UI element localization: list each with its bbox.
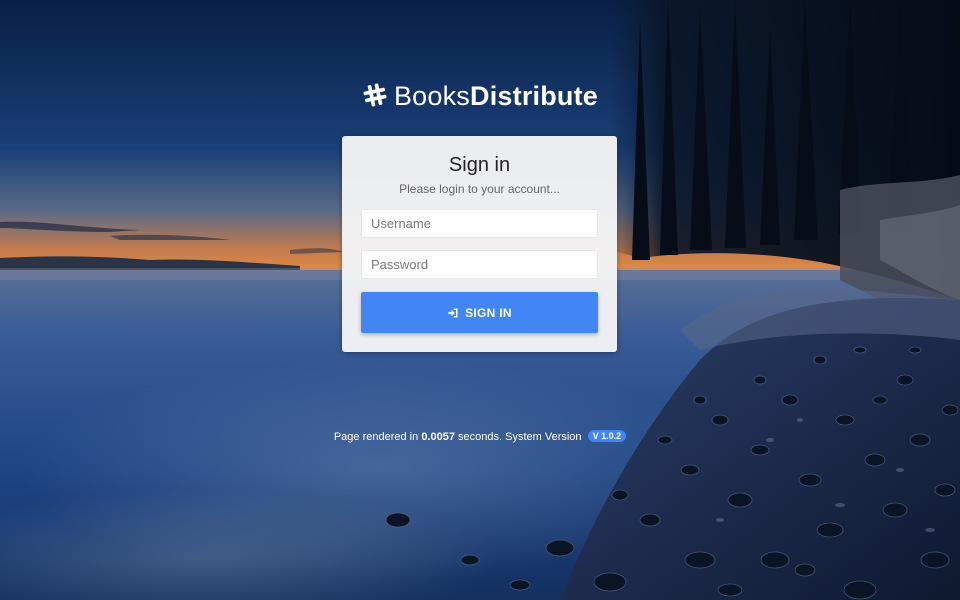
login-subtitle: Please login to your account... (399, 182, 560, 196)
login-page: BooksDistribute Sign in Please login to … (0, 0, 960, 600)
username-input[interactable] (362, 210, 597, 237)
brand-name-light: Books (393, 81, 471, 111)
render-time: 0.0057 (421, 431, 455, 443)
hashtag-icon (363, 83, 387, 107)
login-card: Sign in Please login to your account... … (342, 136, 617, 352)
sign-in-label: SIGN IN (465, 305, 512, 320)
footer-status: Page rendered in 0.0057 seconds. System … (0, 430, 960, 443)
sign-in-icon (448, 308, 458, 317)
password-input[interactable] (362, 251, 597, 278)
login-title: Sign in (448, 154, 511, 176)
footer-prefix: Page rendered in (333, 431, 419, 443)
version-badge: V 1.0.2 (587, 430, 627, 442)
brand-logo: BooksDistribute (0, 78, 960, 114)
sign-in-button[interactable]: SIGN IN (361, 292, 598, 333)
footer-middle: seconds. System Version (458, 431, 582, 443)
brand-name-bold: Distribute (470, 81, 599, 111)
